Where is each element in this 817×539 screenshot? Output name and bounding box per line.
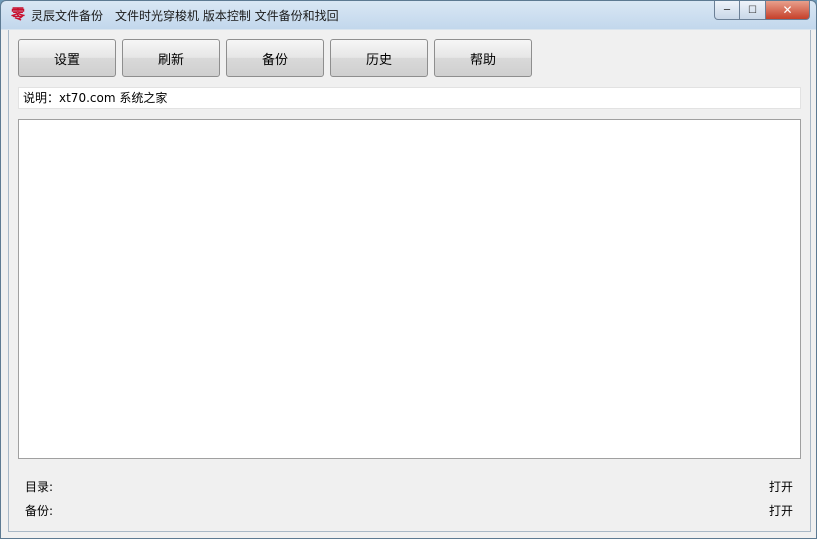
open-backup-link[interactable]: 打开 xyxy=(769,502,793,520)
directory-label: 目录: xyxy=(25,480,54,494)
minimize-icon: ─ xyxy=(723,4,731,16)
close-button[interactable]: ✕ xyxy=(766,1,810,20)
app-logo-icon[interactable]: 零 xyxy=(10,7,26,23)
title-bar[interactable]: 零 灵辰文件备份 文件时光穿梭机 版本控制 文件备份和找回 ─ ☐ ✕ xyxy=(1,1,816,29)
backup-button[interactable]: 备份 xyxy=(226,39,324,77)
maximize-button[interactable]: ☐ xyxy=(740,1,766,20)
file-list-area[interactable] xyxy=(18,119,801,459)
backup-label: 备份: xyxy=(25,504,54,518)
backup-row: 备份: 打开 xyxy=(25,502,793,520)
open-directory-link[interactable]: 打开 xyxy=(769,478,793,496)
minimize-button[interactable]: ─ xyxy=(714,1,740,20)
refresh-button[interactable]: 刷新 xyxy=(122,39,220,77)
directory-row: 目录: 打开 xyxy=(25,478,793,496)
maximize-icon: ☐ xyxy=(748,4,757,16)
window-controls: ─ ☐ ✕ xyxy=(714,1,810,21)
close-icon: ✕ xyxy=(782,3,793,17)
settings-button[interactable]: 设置 xyxy=(18,39,116,77)
history-button[interactable]: 历史 xyxy=(330,39,428,77)
help-button[interactable]: 帮助 xyxy=(434,39,532,77)
description-text: 说明：xt70.com 系统之家 xyxy=(18,87,801,109)
app-window: 零 灵辰文件备份 文件时光穿梭机 版本控制 文件备份和找回 ─ ☐ ✕ 设置 刷… xyxy=(0,0,817,539)
window-title: 灵辰文件备份 文件时光穿梭机 版本控制 文件备份和找回 xyxy=(31,9,339,23)
client-area: 设置 刷新 备份 历史 帮助 说明：xt70.com 系统之家 目录: 打开 备… xyxy=(8,30,811,532)
